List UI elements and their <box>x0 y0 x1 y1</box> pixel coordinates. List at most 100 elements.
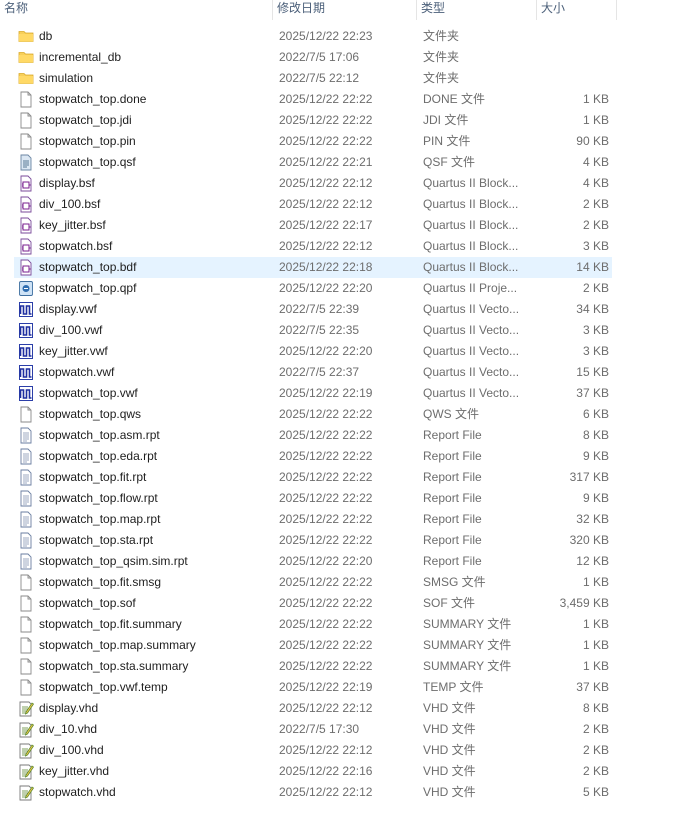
file-row[interactable]: stopwatch_top.map.summary 2025/12/22 22:2… <box>14 635 612 656</box>
file-row[interactable]: key_jitter.vwf 2025/12/22 22:20 Quartus II… <box>14 341 612 362</box>
column-header-name[interactable]: 名称 <box>0 0 272 20</box>
file-row[interactable]: stopwatch_top.vwf 2025/12/22 22:19 Quartus… <box>14 383 612 404</box>
file-modified-date: 2025/12/22 22:12 <box>279 239 373 253</box>
column-header-size[interactable]: 大小 <box>536 0 617 20</box>
file-name: stopwatch_top.bdf <box>39 260 137 274</box>
file-row[interactable]: stopwatch_top.flow.rpt 2025/12/22 22:22 Re… <box>14 488 612 509</box>
file-modified-date: 2025/12/22 22:22 <box>279 470 373 484</box>
file-type: SMSG 文件 <box>423 575 486 589</box>
column-header-modified[interactable]: 修改日期 <box>272 0 416 20</box>
file-row[interactable]: stopwatch_top.map.rpt 2025/12/22 22:22 Rep… <box>14 509 612 530</box>
file-size <box>533 47 609 68</box>
file-row[interactable]: stopwatch_top.fit.smsg 2025/12/22 22:22 SM… <box>14 572 612 593</box>
file-row[interactable]: stopwatch_top.pin 2025/12/22 22:22 PIN 文件 9… <box>14 131 612 152</box>
folder-icon <box>18 70 34 87</box>
quartus-block-icon <box>18 175 34 192</box>
file-type: Quartus II Vecto... <box>423 365 520 379</box>
waveform-icon <box>18 322 34 339</box>
file-row[interactable]: display.bsf 2025/12/22 22:12 Quartus II Bl… <box>14 173 612 194</box>
file-row[interactable]: stopwatch_top.asm.rpt 2025/12/22 22:22 Rep… <box>14 425 612 446</box>
file-size: 317 KB <box>569 470 609 484</box>
file-row[interactable]: stopwatch.vhd 2025/12/22 22:12 VHD 文件 5 KB <box>14 782 612 803</box>
file-row[interactable]: stopwatch_top_qsim.sim.rpt 2025/12/22 22:… <box>14 551 612 572</box>
file-row[interactable]: div_100.bsf 2025/12/22 22:12 Quartus II Bl… <box>14 194 612 215</box>
file-modified-date: 2025/12/22 22:12 <box>279 743 373 757</box>
file-modified-date: 2025/12/22 22:22 <box>279 92 373 106</box>
file-type: Quartus II Proje... <box>423 281 518 295</box>
file-name: stopwatch_top.qsf <box>39 155 136 169</box>
file-type: QSF 文件 <box>423 155 476 169</box>
file-size: 9 KB <box>582 491 609 505</box>
file-modified-date: 2025/12/22 22:22 <box>279 449 373 463</box>
file-name: stopwatch_top.qpf <box>39 281 137 295</box>
file-row[interactable]: stopwatch.bsf 2025/12/22 22:12 Quartus II … <box>14 236 612 257</box>
quartus-project-icon <box>18 280 34 297</box>
file-row[interactable]: key_jitter.bsf 2025/12/22 22:17 Quartus II… <box>14 215 612 236</box>
file-row[interactable]: stopwatch_top.sof 2025/12/22 22:22 SOF 文件 3… <box>14 593 612 614</box>
file-size: 2 KB <box>582 281 609 295</box>
file-name: key_jitter.vhd <box>39 764 110 778</box>
file-size: 32 KB <box>576 512 609 526</box>
file-type: Quartus II Block... <box>423 260 519 274</box>
file-type: Report File <box>423 491 482 505</box>
file-size: 1 KB <box>582 113 609 127</box>
quartus-block-icon <box>18 238 34 255</box>
file-type: Quartus II Vecto... <box>423 386 520 400</box>
waveform-icon <box>18 385 34 402</box>
file-size: 15 KB <box>576 365 609 379</box>
file-modified-date: 2025/12/22 22:20 <box>279 554 373 568</box>
file-name: stopwatch_top.fit.summary <box>39 617 182 631</box>
file-row[interactable]: stopwatch_top.bdf 2025/12/22 22:18 Quartus… <box>14 257 612 278</box>
file-size: 37 KB <box>576 680 609 694</box>
file-modified-date: 2025/12/22 22:19 <box>279 680 373 694</box>
file-row[interactable]: stopwatch_top.fit.rpt 2025/12/22 22:22 Rep… <box>14 467 612 488</box>
file-name: stopwatch.vhd <box>39 785 116 799</box>
file-name: div_100.vwf <box>39 323 103 337</box>
folder-icon <box>18 28 34 45</box>
file-type: SUMMARY 文件 <box>423 638 512 652</box>
file-size: 9 KB <box>582 449 609 463</box>
file-row[interactable]: stopwatch_top.vwf.temp 2025/12/22 22:19 TE… <box>14 677 612 698</box>
file-type: Quartus II Block... <box>423 176 519 190</box>
file-row[interactable]: div_100.vhd 2025/12/22 22:12 VHD 文件 2 KB <box>14 740 612 761</box>
file-row[interactable]: stopwatch_top.done 2025/12/22 22:22 DONE 文… <box>14 89 612 110</box>
file-type: JDI 文件 <box>423 113 469 127</box>
file-row[interactable]: div_100.vwf 2022/7/5 22:35 Quartus II Vect… <box>14 320 612 341</box>
file-row[interactable]: stopwatch_top.qws 2025/12/22 22:22 QWS 文件 6… <box>14 404 612 425</box>
file-name: stopwatch_top.asm.rpt <box>39 428 160 442</box>
file-size <box>533 26 609 47</box>
file-name: stopwatch_top.map.summary <box>39 638 196 652</box>
file-row[interactable]: display.vwf 2022/7/5 22:39 Quartus II Vect… <box>14 299 612 320</box>
waveform-icon <box>18 343 34 360</box>
file-size: 1 KB <box>582 659 609 673</box>
file-row[interactable]: stopwatch_top.sta.summary 2025/12/22 22:2… <box>14 656 612 677</box>
file-row[interactable]: stopwatch_top.qsf 2025/12/22 22:21 QSF 文件 4… <box>14 152 612 173</box>
file-row[interactable]: display.vhd 2025/12/22 22:12 VHD 文件 8 KB <box>14 698 612 719</box>
file-row[interactable]: stopwatch_top.jdi 2025/12/22 22:22 JDI 文件 1… <box>14 110 612 131</box>
file-type: PIN 文件 <box>423 134 471 148</box>
file-row[interactable]: incremental_db 2022/7/5 17:06 文件夹 <box>14 47 612 68</box>
file-modified-date: 2022/7/5 22:12 <box>279 71 360 85</box>
file-row[interactable]: simulation 2022/7/5 22:12 文件夹 <box>14 68 612 89</box>
file-row[interactable]: stopwatch_top.sta.rpt 2025/12/22 22:22 Rep… <box>14 530 612 551</box>
file-modified-date: 2025/12/22 22:19 <box>279 386 373 400</box>
file-type: 文件夹 <box>423 50 460 64</box>
file-row[interactable]: stopwatch.vwf 2022/7/5 22:37 Quartus II Ve… <box>14 362 612 383</box>
text-file-icon <box>18 532 34 549</box>
file-type: Quartus II Vecto... <box>423 323 520 337</box>
file-type: TEMP 文件 <box>423 680 484 694</box>
file-type: VHD 文件 <box>423 785 476 799</box>
file-row[interactable]: stopwatch_top.fit.summary 2025/12/22 22:2… <box>14 614 612 635</box>
file-name: key_jitter.bsf <box>39 218 106 232</box>
file-row[interactable]: stopwatch_top.qpf 2025/12/22 22:20 Quartus… <box>14 278 612 299</box>
file-row[interactable]: stopwatch_top.eda.rpt 2025/12/22 22:22 Rep… <box>14 446 612 467</box>
file-row[interactable]: key_jitter.vhd 2025/12/22 22:16 VHD 文件 2 KB <box>14 761 612 782</box>
file-type: Quartus II Vecto... <box>423 302 520 316</box>
file-modified-date: 2025/12/22 22:22 <box>279 113 373 127</box>
file-row[interactable]: div_10.vhd 2022/7/5 17:30 VHD 文件 2 KB <box>14 719 612 740</box>
file-type: Quartus II Block... <box>423 239 519 253</box>
column-header-type[interactable]: 类型 <box>416 0 536 20</box>
file-row[interactable]: db 2025/12/22 22:23 文件夹 <box>14 26 612 47</box>
file-modified-date: 2022/7/5 17:06 <box>279 50 360 64</box>
file-size: 3,459 KB <box>559 596 609 610</box>
